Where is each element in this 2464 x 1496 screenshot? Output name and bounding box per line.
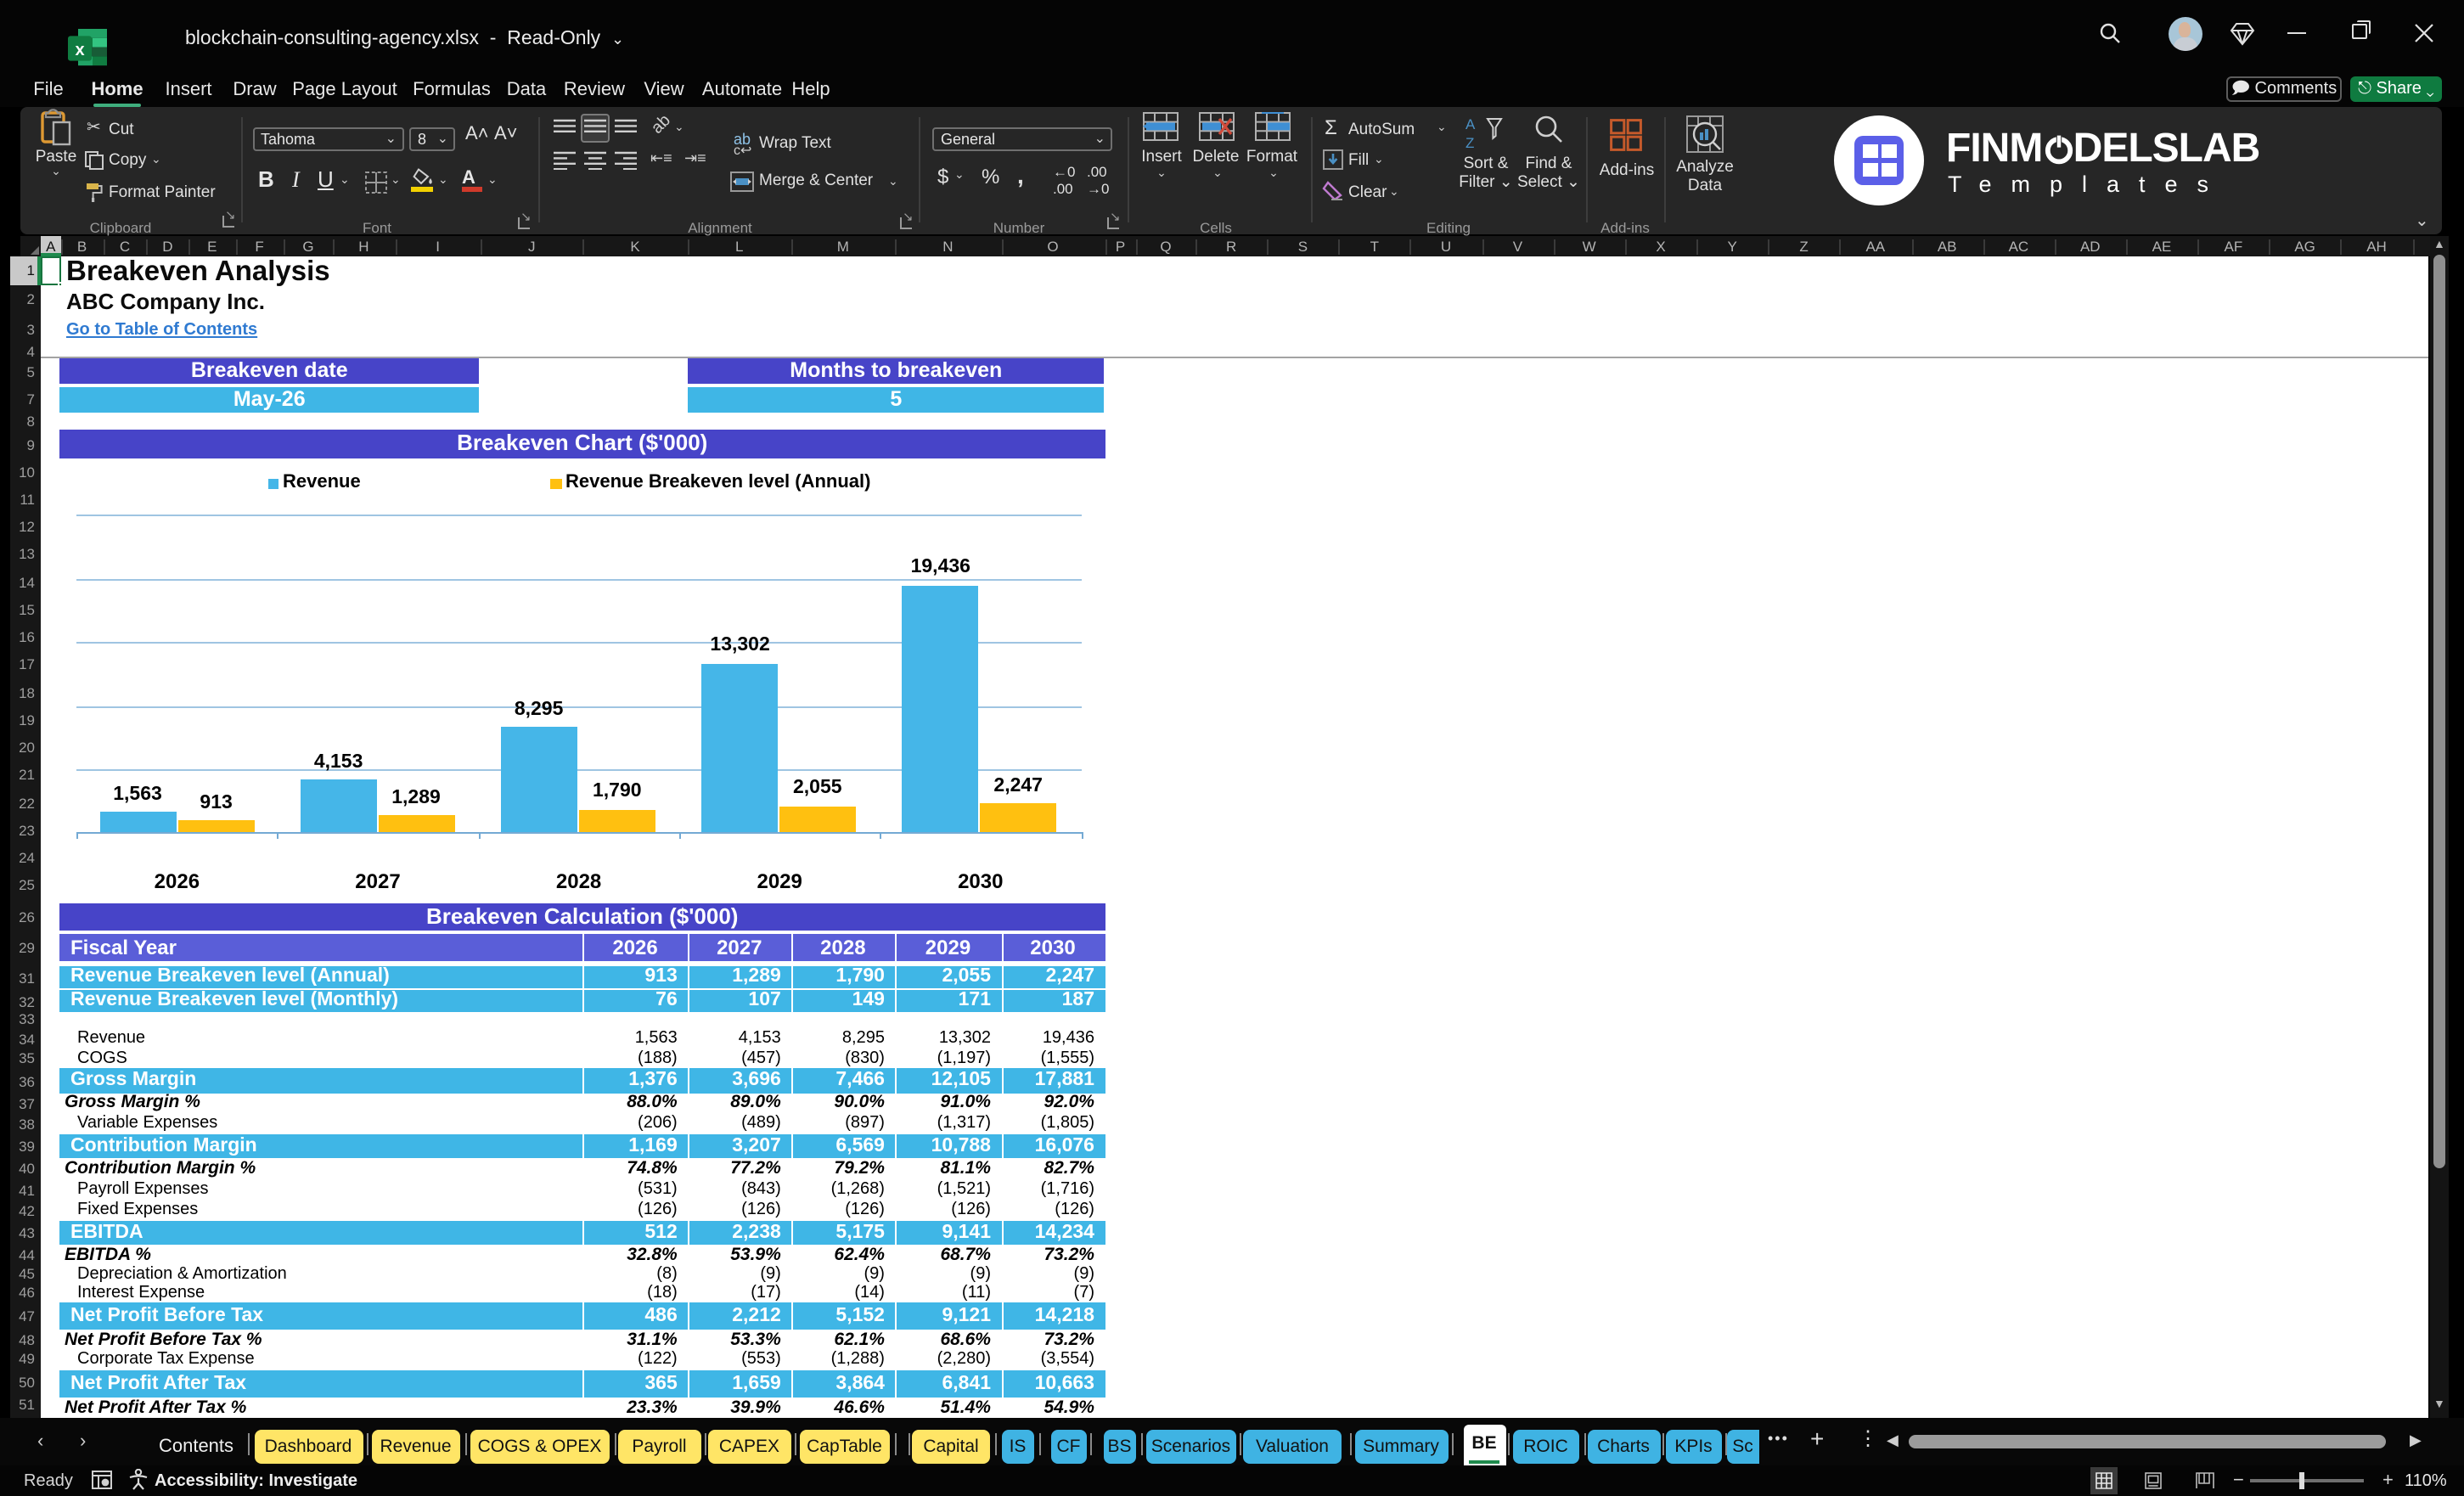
svg-text:A: A [1465, 116, 1476, 132]
svg-text:Z: Z [1465, 135, 1474, 149]
